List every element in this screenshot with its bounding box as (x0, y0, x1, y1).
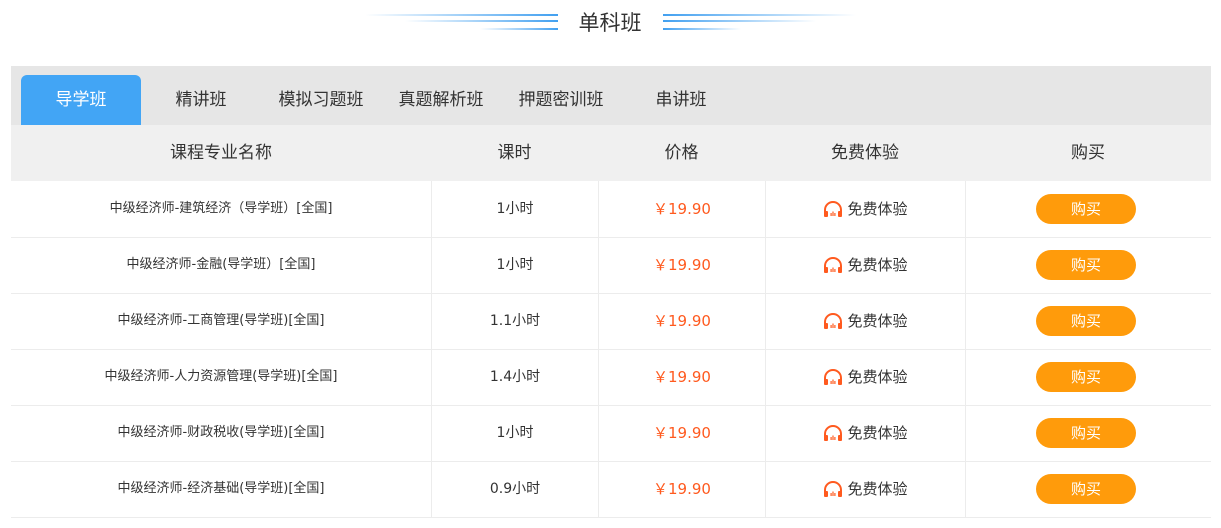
course-name: 中级经济师-工商管理(导学班)[全国] (11, 293, 432, 349)
free-trial-label: 免费体验 (847, 312, 908, 330)
title-decoration-left (480, 28, 558, 30)
headphones-icon (823, 200, 843, 218)
free-trial-link[interactable]: 免费体验 (823, 405, 908, 461)
free-trial-cell: 免费体验 (766, 461, 966, 517)
course-price: ￥19.90 (599, 293, 766, 349)
free-trial-label: 免费体验 (847, 200, 908, 218)
header-hours: 课时 (497, 143, 532, 163)
table-header: 课程专业名称 课时 价格 免费体验 购买 (11, 125, 1211, 181)
tab-past-papers[interactable]: 真题解析班 (381, 75, 501, 125)
free-trial-link[interactable]: 免费体验 (823, 237, 908, 293)
course-panel: 导学班 精讲班 模拟习题班 真题解析班 押题密训班 串讲班 课程专业名称 课时 … (11, 66, 1211, 528)
free-trial-cell: 免费体验 (766, 181, 966, 237)
table-row: 中级经济师-工商管理(导学班)[全国] 1.1小时 ￥19.90 免费体验 购买 (11, 293, 1211, 350)
free-trial-link[interactable]: 免费体验 (823, 181, 908, 237)
course-price: ￥19.90 (599, 405, 766, 461)
tab-prediction-training[interactable]: 押题密训班 (501, 75, 621, 125)
free-trial-link[interactable]: 免费体验 (823, 349, 908, 405)
header-buy: 购买 (1071, 143, 1105, 163)
headphones-icon (823, 312, 843, 330)
course-hours: 1小时 (432, 405, 599, 461)
course-price: ￥19.90 (599, 461, 766, 517)
free-trial-label: 免费体验 (847, 480, 908, 498)
table-row: 中级经济师-金融(导学班）[全国] 1小时 ￥19.90 免费体验 购买 (11, 237, 1211, 294)
course-name: 中级经济师-金融(导学班）[全国] (11, 237, 432, 293)
section-title: 单科班 (578, 11, 642, 35)
title-decoration-right (663, 14, 856, 16)
course-price: ￥19.90 (599, 237, 766, 293)
table-row: 中级经济师-人力资源管理(导学班)[全国] 1.4小时 ￥19.90 免费体验 购买 (11, 349, 1211, 406)
course-name: 中级经济师-财政税收(导学班)[全国] (11, 405, 432, 461)
course-price: ￥19.90 (599, 349, 766, 405)
header-course-name: 课程专业名称 (170, 143, 272, 163)
tab-mock-exercises[interactable]: 模拟习题班 (261, 75, 381, 125)
tab-intensive[interactable]: 精讲班 (141, 75, 261, 125)
buy-button[interactable]: 购买 (1036, 250, 1136, 280)
headphones-icon (823, 480, 843, 498)
tab-bar: 导学班 精讲班 模拟习题班 真题解析班 押题密训班 串讲班 (11, 66, 1211, 125)
free-trial-label: 免费体验 (847, 368, 908, 386)
title-decoration-left (365, 14, 558, 16)
title-decoration-left (405, 20, 558, 22)
course-name: 中级经济师-人力资源管理(导学班)[全国] (11, 349, 432, 405)
course-hours: 1.1小时 (432, 293, 599, 349)
header-free-trial: 免费体验 (831, 143, 899, 163)
free-trial-cell: 免费体验 (766, 293, 966, 349)
course-hours: 1小时 (432, 181, 599, 237)
buy-button[interactable]: 购买 (1036, 194, 1136, 224)
free-trial-cell: 免费体验 (766, 237, 966, 293)
course-price: ￥19.90 (599, 181, 766, 237)
buy-button[interactable]: 购买 (1036, 306, 1136, 336)
buy-button[interactable]: 购买 (1036, 362, 1136, 392)
title-decoration-right (663, 20, 816, 22)
header-price: 价格 (664, 143, 699, 163)
course-hours: 1小时 (432, 237, 599, 293)
headphones-icon (823, 424, 843, 442)
course-name: 中级经济师-建筑经济（导学班）[全国] (11, 181, 432, 237)
headphones-icon (823, 368, 843, 386)
free-trial-cell: 免费体验 (766, 405, 966, 461)
section-header: 单科班 (0, 0, 1221, 48)
course-hours: 1.4小时 (432, 349, 599, 405)
tab-review[interactable]: 串讲班 (621, 75, 741, 125)
table-row: 中级经济师-建筑经济（导学班）[全国] 1小时 ￥19.90 免费体验 购买 (11, 181, 1211, 238)
free-trial-cell: 免费体验 (766, 349, 966, 405)
course-name: 中级经济师-经济基础(导学班)[全国] (11, 461, 432, 517)
free-trial-label: 免费体验 (847, 424, 908, 442)
title-decoration-right (663, 28, 741, 30)
tab-guide[interactable]: 导学班 (21, 75, 141, 125)
table-row: 中级经济师-财政税收(导学班)[全国] 1小时 ￥19.90 免费体验 购买 (11, 405, 1211, 462)
free-trial-label: 免费体验 (847, 256, 908, 274)
free-trial-link[interactable]: 免费体验 (823, 293, 908, 349)
free-trial-link[interactable]: 免费体验 (823, 461, 908, 517)
headphones-icon (823, 256, 843, 274)
table-row: 中级经济师-经济基础(导学班)[全国] 0.9小时 ￥19.90 免费体验 购买 (11, 461, 1211, 518)
course-hours: 0.9小时 (432, 461, 599, 517)
buy-button[interactable]: 购买 (1036, 474, 1136, 504)
buy-button[interactable]: 购买 (1036, 418, 1136, 448)
